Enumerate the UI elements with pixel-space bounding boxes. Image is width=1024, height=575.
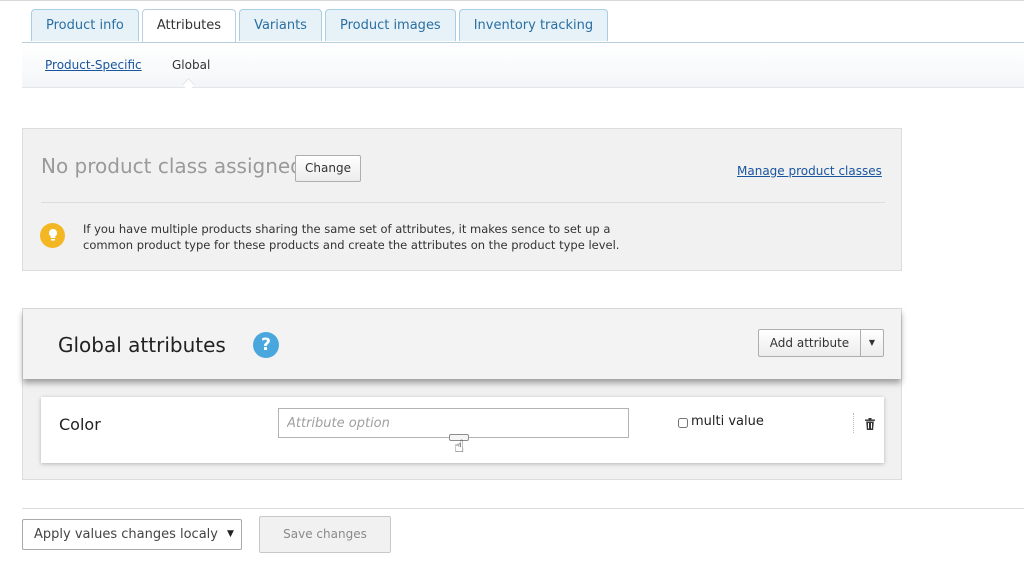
product-class-title: No product class assigned — [41, 154, 303, 178]
global-attributes-header: Global attributes ? Add attribute ▼ — [23, 309, 901, 379]
apply-values-select[interactable]: Apply values changes localy ▼ — [22, 519, 242, 550]
manage-product-classes-link[interactable]: Manage product classes — [737, 164, 882, 178]
tab-product-info[interactable]: Product info — [31, 9, 139, 41]
panel-divider — [41, 202, 885, 203]
tab-attributes[interactable]: Attributes — [141, 9, 237, 43]
caret-down-icon: ▼ — [868, 338, 876, 347]
product-class-panel: No product class assigned Change Manage … — [22, 128, 902, 271]
chevron-down-icon: ▼ — [227, 529, 234, 539]
attribute-name: Color — [59, 415, 101, 434]
lightbulb-icon — [40, 223, 65, 248]
footer-divider — [22, 508, 1024, 509]
add-attribute-dropdown-toggle[interactable]: ▼ — [860, 329, 884, 357]
main-tabs: Product info Attributes Variants Product… — [31, 9, 609, 43]
multi-value-checkbox[interactable] — [678, 418, 688, 428]
row-separator — [853, 413, 854, 433]
trash-icon[interactable] — [865, 415, 875, 434]
active-subtab-indicator — [182, 78, 195, 91]
attribute-row: Color ☝ multi value — [41, 397, 884, 463]
apply-values-select-value: Apply values changes localy — [34, 527, 218, 542]
hand-cursor-icon: ☝ — [454, 437, 465, 457]
save-changes-button[interactable]: Save changes — [259, 516, 391, 553]
top-border — [0, 0, 1024, 1]
multi-value-label: multi value — [691, 414, 764, 429]
global-attributes-title: Global attributes — [58, 333, 226, 357]
subtabs-bar: Product-Specific Global — [22, 43, 1024, 91]
subtab-global[interactable]: Global — [172, 58, 210, 72]
product-class-hint: If you have multiple products sharing th… — [83, 222, 620, 252]
tab-product-images[interactable]: Product images — [324, 9, 456, 41]
change-class-button[interactable]: Change — [295, 155, 361, 182]
add-attribute-button[interactable]: Add attribute — [758, 329, 861, 357]
global-attributes-panel: Global attributes ? Add attribute ▼ Colo… — [22, 308, 902, 480]
subtab-product-specific[interactable]: Product-Specific — [45, 58, 142, 72]
tab-inventory-tracking[interactable]: Inventory tracking — [458, 9, 609, 41]
tab-variants[interactable]: Variants — [239, 9, 322, 41]
help-icon[interactable]: ? — [253, 332, 279, 358]
